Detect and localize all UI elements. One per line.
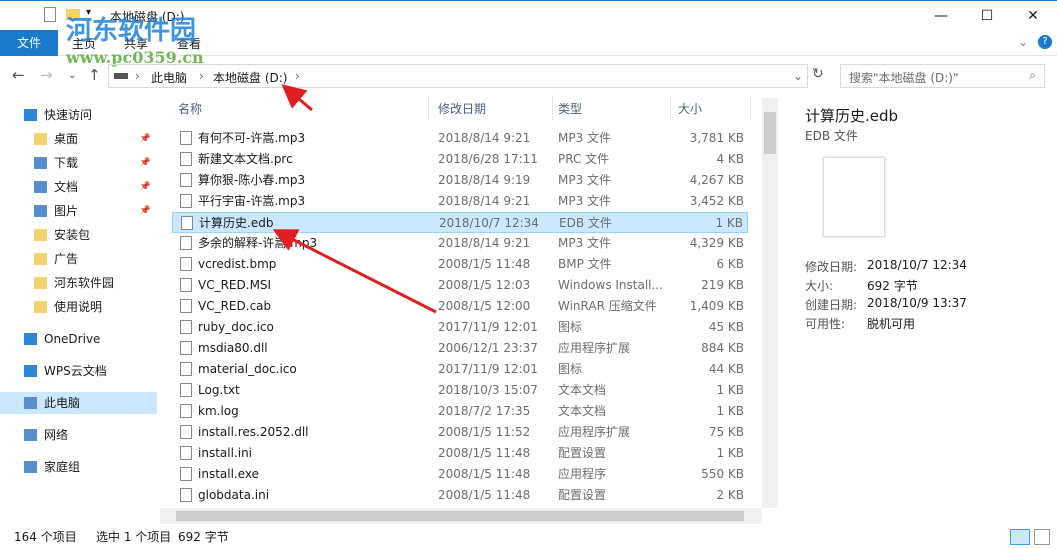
annotation-arrows xyxy=(272,84,437,314)
arrow-to-file xyxy=(272,229,437,314)
arrow-to-drive xyxy=(281,84,313,112)
